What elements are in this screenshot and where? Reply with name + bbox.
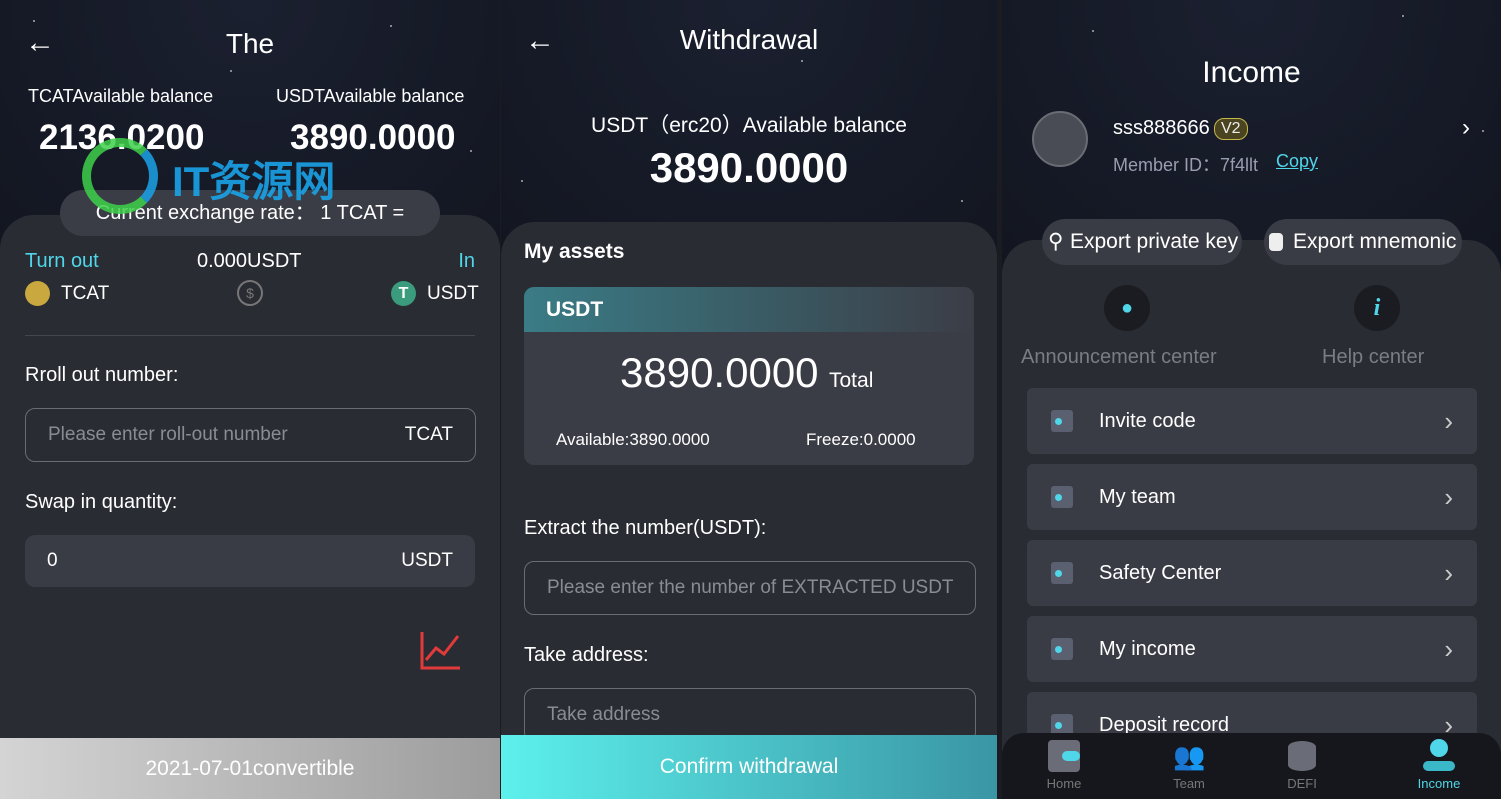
swap-screen: ← The TCATAvailable balance USDTAvailabl… <box>0 0 500 799</box>
export-private-key-button[interactable]: ⚲ Export private key <box>1042 219 1242 265</box>
location-pin-icon[interactable]: ● <box>1104 285 1150 331</box>
chevron-right-icon: › <box>1444 633 1453 664</box>
confirm-withdrawal-button[interactable]: Confirm withdrawal <box>501 735 997 799</box>
roll-out-input[interactable]: Please enter roll-out number TCAT <box>25 408 476 462</box>
menu-label: Invite code <box>1099 409 1196 432</box>
nav-label: DEFI <box>1287 776 1317 791</box>
swap-in-value: 0 <box>47 550 58 571</box>
wallet-icon <box>1048 740 1080 772</box>
extract-label: Extract the number(USDT): <box>524 517 767 539</box>
profile-chevron-icon[interactable]: › <box>1462 114 1470 142</box>
user-icon <box>1422 739 1456 773</box>
menu-item-my-team[interactable]: My team › <box>1027 464 1477 530</box>
database-icon <box>1288 741 1316 771</box>
balance-value: 3890.0000 <box>649 144 849 191</box>
menu-item-safety-center[interactable]: Safety Center › <box>1027 540 1477 606</box>
page-title: Withdrawal <box>679 24 819 55</box>
level-badge: V2 <box>1214 118 1248 140</box>
help-center-link[interactable]: Help center <box>1322 346 1424 369</box>
menu-item-my-income[interactable]: My income › <box>1027 616 1477 682</box>
share-icon <box>1051 486 1073 508</box>
address-label: Take address: <box>524 644 649 666</box>
nav-team[interactable]: 👥 Team <box>1134 733 1244 791</box>
export-mnemonic-button[interactable]: Export mnemonic <box>1264 219 1462 265</box>
watermark-text: IT资源网 <box>172 158 336 205</box>
tcat-coin-icon <box>25 281 50 306</box>
nav-income[interactable]: Income <box>1384 733 1494 791</box>
from-coin: TCAT <box>61 283 110 304</box>
assets-title: My assets <box>524 240 625 263</box>
roll-out-unit: TCAT <box>404 424 453 445</box>
share-icon <box>1051 410 1073 432</box>
lock-icon <box>1269 233 1283 251</box>
chart-icon[interactable] <box>420 630 462 670</box>
announcement-center-link[interactable]: Announcement center <box>1021 346 1217 369</box>
member-id: Member ID：7f4llt <box>1113 155 1259 175</box>
watermark-logo <box>82 138 158 214</box>
asset-card: USDT 3890.0000 Total Available:3890.0000… <box>524 287 974 465</box>
total-label: Total <box>829 369 874 392</box>
page-title: Income <box>1202 56 1301 89</box>
swap-in-unit: USDT <box>401 550 453 571</box>
swap-in-label: Swap in quantity: <box>25 491 178 513</box>
divider <box>25 335 475 336</box>
nav-label: Income <box>1417 776 1461 791</box>
nav-home[interactable]: Home <box>1009 733 1119 791</box>
username: sss888666 <box>1113 117 1210 139</box>
roll-out-placeholder: Please enter roll-out number <box>48 424 288 445</box>
share-icon <box>1051 638 1073 660</box>
address-placeholder: Take address <box>547 704 661 725</box>
menu-label: Safety Center <box>1099 561 1222 584</box>
menu-label: My team <box>1099 485 1176 508</box>
extract-placeholder: Please enter the number of EXTRACTED USD… <box>547 577 954 598</box>
export-mnemonic-label: Export mnemonic <box>1293 230 1457 253</box>
menu-label: My income <box>1099 637 1196 660</box>
page-title: The <box>225 28 275 59</box>
nav-defi[interactable]: DEFI <box>1247 733 1357 791</box>
chevron-right-icon: › <box>1444 405 1453 436</box>
balance-label: USDT（erc20）Available balance <box>591 114 907 137</box>
turn-out-label: Turn out <box>25 250 99 272</box>
key-icon: ⚲ <box>1048 230 1064 253</box>
income-screen: Income sss888666 V2 Member ID：7f4llt Cop… <box>1002 0 1501 799</box>
freeze-value: Freeze:0.0000 <box>806 430 916 449</box>
amount: 0.000USDT <box>197 250 302 272</box>
usdt-coin-icon: T <box>391 281 416 306</box>
team-icon: 👥 <box>1173 741 1206 771</box>
bottom-nav: Home 👥 Team DEFI Income <box>1002 733 1501 799</box>
chevron-right-icon: › <box>1444 557 1453 588</box>
to-coin: USDT <box>427 283 479 304</box>
convert-button[interactable]: 2021-07-01convertible <box>0 738 500 799</box>
roll-out-label: Rroll out number: <box>25 364 179 386</box>
nav-label: Home <box>1046 776 1082 791</box>
export-key-label: Export private key <box>1070 230 1239 253</box>
swap-direction-icon[interactable]: $ <box>237 280 263 306</box>
address-input[interactable]: Take address <box>524 688 976 742</box>
asset-total: 3890.0000 <box>620 349 819 396</box>
swap-in-input[interactable]: 0 USDT <box>25 535 475 587</box>
copy-link[interactable]: Copy <box>1276 151 1318 172</box>
avatar[interactable] <box>1032 111 1088 167</box>
chevron-right-icon: › <box>1444 481 1453 512</box>
usdt-balance-label: USDTAvailable balance <box>276 86 465 106</box>
asset-name: USDT <box>524 287 974 332</box>
extract-input[interactable]: Please enter the number of EXTRACTED USD… <box>524 561 976 615</box>
in-label: In <box>458 250 475 272</box>
withdrawal-screen: ← Withdrawal USDT（erc20）Available balanc… <box>501 0 997 799</box>
tcat-balance-label: TCATAvailable balance <box>28 86 214 106</box>
info-icon[interactable]: i <box>1354 285 1400 331</box>
nav-label: Team <box>1173 776 1205 791</box>
available-value: Available:3890.0000 <box>556 430 710 449</box>
menu-item-invite-code[interactable]: Invite code › <box>1027 388 1477 454</box>
share-icon <box>1051 562 1073 584</box>
